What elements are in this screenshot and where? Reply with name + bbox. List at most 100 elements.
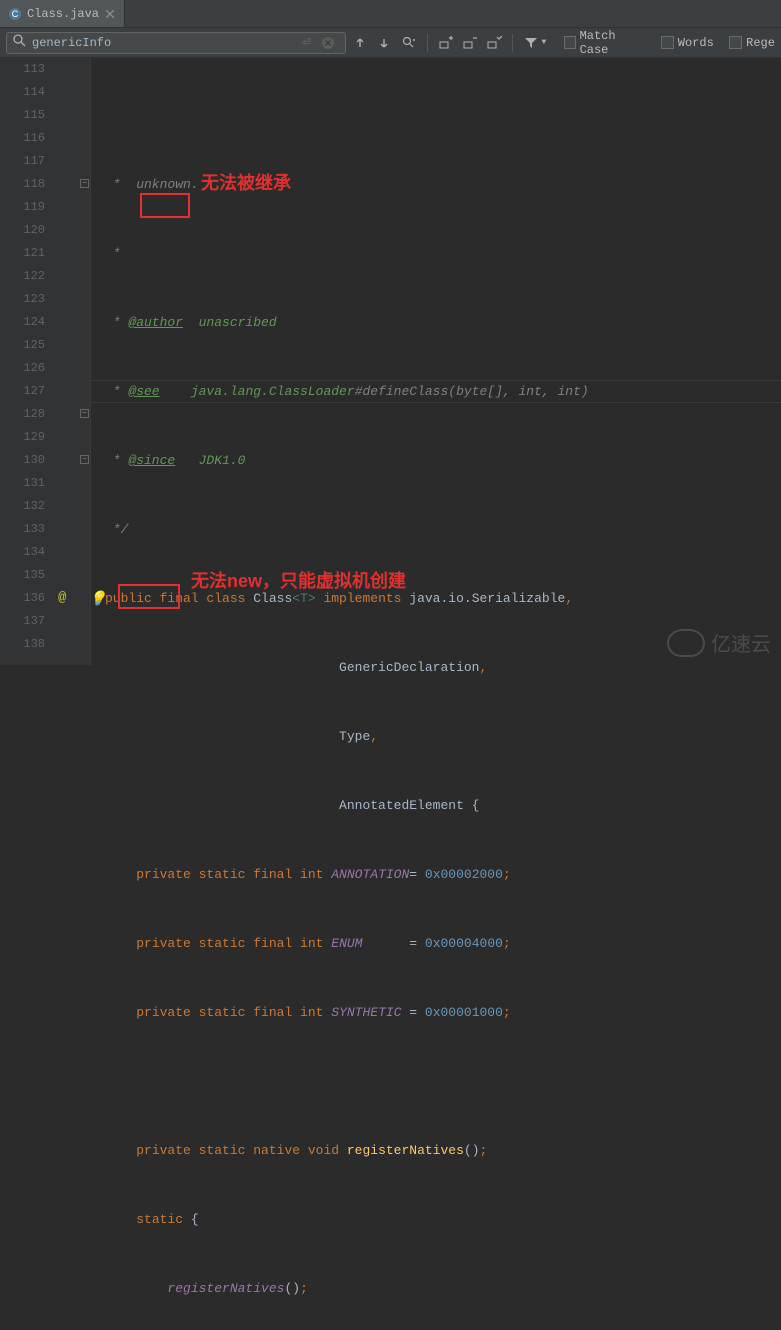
line-number: 138 (0, 633, 45, 656)
code-text: Type (339, 729, 370, 744)
line-number: 118 (0, 173, 45, 196)
filter-icon[interactable] (521, 32, 541, 54)
code-text: @since (128, 453, 175, 468)
code-text: AnnotatedElement { (339, 798, 479, 813)
code-text: = (362, 936, 424, 951)
line-number: 122 (0, 265, 45, 288)
line-number: 130 (0, 449, 45, 472)
code-text: #defineClass(byte[], int, int) (355, 384, 589, 399)
select-all-icon[interactable] (484, 32, 504, 54)
code-text: private static native void (136, 1143, 347, 1158)
clear-search-icon[interactable] (317, 32, 339, 54)
code-text: GenericDeclaration (339, 660, 479, 675)
line-number: 125 (0, 334, 45, 357)
line-number: 134 (0, 541, 45, 564)
close-tab-icon[interactable] (104, 8, 116, 20)
line-number: 136 (0, 587, 45, 610)
code-text: 0x00002000 (425, 867, 503, 882)
code-text: () (284, 1281, 300, 1296)
code-text: ANNOTATION (331, 867, 409, 882)
fold-collapse-icon[interactable]: − (80, 409, 89, 418)
code-area[interactable]: * unknown. * * @author unascribed * @see… (91, 58, 781, 665)
code-text: @author (128, 315, 183, 330)
code-text: * (105, 453, 128, 468)
enter-hint-icon: ⏎ (302, 36, 311, 50)
line-number: 114 (0, 81, 45, 104)
words-label: Words (678, 36, 714, 50)
checkbox-icon (729, 36, 742, 49)
line-number: 126 (0, 357, 45, 380)
intention-bulb-icon[interactable]: 💡 (89, 589, 106, 612)
line-number: 117 (0, 150, 45, 173)
code-text: registerNatives (167, 1281, 284, 1296)
code-text: * (105, 246, 121, 261)
code-text: = (409, 867, 425, 882)
regex-option[interactable]: Rege (729, 36, 775, 50)
fold-collapse-icon[interactable]: − (80, 455, 89, 464)
code-text: = (401, 1005, 424, 1020)
code-text: implements (316, 591, 410, 606)
code-text: java.lang.ClassLoader (160, 384, 355, 399)
code-text: @see (128, 384, 159, 399)
line-number-gutter: 1131141151161171181191201211221231241251… (0, 58, 55, 665)
code-text: 0x00001000 (425, 1005, 503, 1020)
tab-bar: C Class.java (0, 0, 781, 28)
line-number: 113 (0, 58, 45, 81)
code-text: java.io.Serializable (409, 591, 565, 606)
override-marker[interactable]: @ (58, 587, 66, 610)
words-option[interactable]: Words (661, 36, 714, 50)
code-text: () (464, 1143, 480, 1158)
divider (427, 34, 428, 52)
annotation-label-2: 无法new，只能虚拟机创建 (191, 570, 406, 593)
code-text: private static final int (136, 867, 331, 882)
divider (512, 34, 513, 52)
remove-selection-icon[interactable] (460, 32, 480, 54)
line-number: 132 (0, 495, 45, 518)
line-number: 123 (0, 288, 45, 311)
code-text: * (105, 384, 128, 399)
code-text: Class (253, 591, 292, 606)
svg-text:C: C (12, 9, 19, 19)
find-toolbar: ⏎ ▼ Match Case Words Rege (0, 28, 781, 58)
search-box: ⏎ (6, 32, 346, 54)
next-match-icon[interactable] (374, 32, 394, 54)
checkbox-icon (564, 36, 576, 49)
match-case-label: Match Case (580, 29, 646, 57)
fold-collapse-icon[interactable]: − (80, 179, 89, 188)
highlight-box-final (140, 193, 190, 218)
editor[interactable]: 1131141151161171181191201211221231241251… (0, 58, 781, 665)
search-input[interactable] (32, 36, 296, 50)
code-text: <T> (292, 591, 315, 606)
code-text: * (105, 315, 128, 330)
line-number: 120 (0, 219, 45, 242)
add-selection-icon[interactable] (436, 32, 456, 54)
annotation-gutter: @ (55, 58, 79, 665)
line-number: 124 (0, 311, 45, 334)
tab-filename: Class.java (27, 7, 99, 21)
checkbox-icon (661, 36, 674, 49)
code-text: JDK1.0 (175, 453, 245, 468)
annotation-label-1: 无法被继承 (201, 172, 291, 195)
line-number: 133 (0, 518, 45, 541)
code-text: static (136, 1212, 191, 1227)
line-number: 131 (0, 472, 45, 495)
file-tab[interactable]: C Class.java (0, 0, 125, 27)
code-text: { (191, 1212, 199, 1227)
code-text: private static final int (136, 936, 331, 951)
search-icon (13, 34, 26, 51)
code-text: public (105, 591, 160, 606)
java-class-icon: C (8, 7, 22, 21)
code-text: private static final int (136, 1005, 331, 1020)
match-case-option[interactable]: Match Case (564, 29, 646, 57)
code-text: */ (105, 522, 128, 537)
prev-match-icon[interactable] (350, 32, 370, 54)
regex-label: Rege (746, 36, 775, 50)
code-text: 0x00004000 (425, 936, 503, 951)
chevron-down-icon[interactable]: ▼ (541, 38, 546, 47)
code-text: SYNTHETIC (331, 1005, 401, 1020)
code-text: registerNatives (347, 1143, 464, 1158)
search-everywhere-icon[interactable] (398, 32, 418, 54)
line-number: 135 (0, 564, 45, 587)
line-number: 129 (0, 426, 45, 449)
code-text: unascribed (183, 315, 277, 330)
